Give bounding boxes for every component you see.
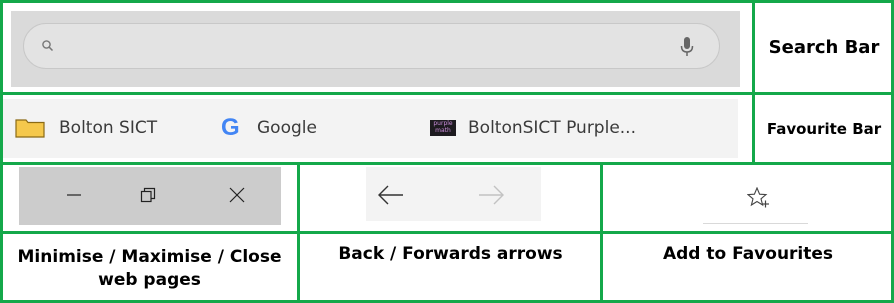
nav-arrows-label: Back / Forwards arrows bbox=[338, 243, 563, 264]
add-favourite-screenshot bbox=[703, 167, 808, 224]
grid-line bbox=[752, 0, 755, 164]
grid-line bbox=[600, 162, 603, 303]
grid-line bbox=[0, 0, 3, 303]
favourite-label: Google bbox=[257, 118, 317, 138]
window-controls-label: Minimise / Maximise / Close web pages bbox=[17, 246, 282, 290]
minimise-icon[interactable] bbox=[67, 188, 81, 202]
microphone-icon[interactable] bbox=[679, 35, 695, 59]
grid-line bbox=[0, 92, 894, 95]
grid-line bbox=[0, 0, 894, 3]
forward-arrow-icon[interactable] bbox=[478, 184, 506, 206]
favourite-item-bolton-sict[interactable]: Bolton SICT bbox=[15, 117, 157, 139]
search-icon bbox=[42, 40, 54, 52]
window-controls-screenshot bbox=[19, 167, 281, 225]
google-icon: G bbox=[221, 114, 240, 141]
favourite-label: Bolton SICT bbox=[59, 118, 158, 138]
search-input[interactable] bbox=[23, 23, 720, 69]
favourite-item-google[interactable]: G Google bbox=[221, 114, 317, 141]
add-favourites-label: Add to Favourites bbox=[662, 243, 834, 264]
nav-arrows-screenshot bbox=[366, 167, 541, 221]
folder-icon bbox=[15, 119, 45, 138]
back-arrow-icon[interactable] bbox=[376, 184, 404, 206]
star-add-icon[interactable] bbox=[747, 187, 771, 209]
favourite-item-boltonsict-purple[interactable]: purple math BoltonSICT Purple... bbox=[430, 117, 636, 139]
search-bar-screenshot bbox=[11, 11, 740, 87]
favourites-bar-screenshot: Bolton SICT G Google purple math BoltonS… bbox=[3, 99, 738, 158]
search-bar-label: Search Bar bbox=[768, 36, 880, 58]
favourite-label: BoltonSICT Purple... bbox=[468, 118, 636, 138]
favourite-bar-label: Favourite Bar bbox=[766, 119, 882, 138]
annotated-browser-diagram: Search Bar Bolton SICT G Google purple m… bbox=[0, 0, 894, 303]
grid-line bbox=[0, 162, 894, 165]
restore-icon[interactable] bbox=[140, 187, 156, 203]
grid-line bbox=[0, 231, 894, 234]
close-icon[interactable] bbox=[229, 187, 245, 203]
purple-math-icon: purple math bbox=[430, 120, 456, 136]
grid-line bbox=[297, 162, 300, 303]
